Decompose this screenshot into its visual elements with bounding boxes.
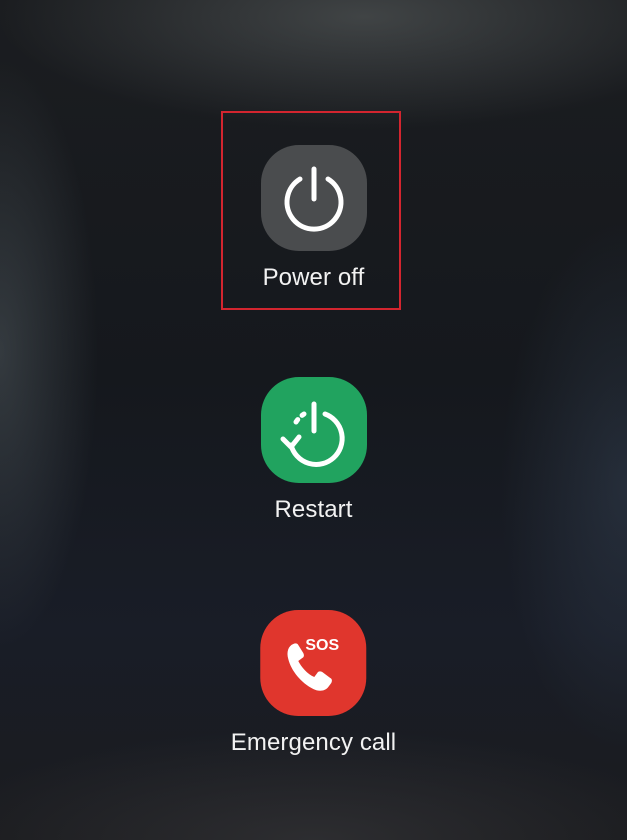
restart-icon (280, 401, 345, 467)
emergency-call-tile[interactable]: SOS (260, 610, 367, 716)
power-off-label: Power off (262, 264, 365, 291)
restart-label: Restart (274, 496, 353, 523)
power-off-button[interactable]: Power off (260, 145, 367, 292)
power-icon (284, 166, 343, 232)
power-menu: Power off Restart SOS Emergency call (0, 0, 627, 840)
sos-phone-icon: SOS (287, 637, 340, 691)
emergency-call-label: Emergency call (230, 729, 397, 756)
emergency-call-button[interactable]: SOS Emergency call (231, 610, 396, 757)
power-off-tile[interactable] (260, 145, 367, 251)
restart-tile[interactable] (260, 377, 367, 483)
restart-button[interactable]: Restart (260, 377, 367, 524)
sos-badge: SOS (306, 637, 340, 654)
